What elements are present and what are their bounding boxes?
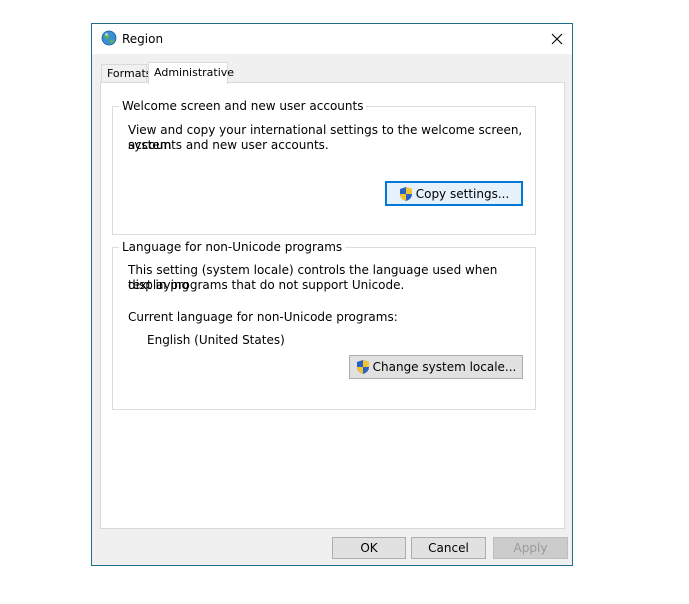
welcome-description-line2: accounts and new user accounts. <box>128 138 329 152</box>
title-bar[interactable]: Region <box>92 24 572 54</box>
group-title-non-unicode: Language for non-Unicode programs <box>119 240 346 254</box>
globe-icon <box>101 30 117 46</box>
copy-settings-label: Copy settings... <box>415 186 510 201</box>
change-system-locale-label: Change system locale... <box>372 360 517 374</box>
non-unicode-group: Language for non-Unicode programs This s… <box>112 240 536 410</box>
window-title: Region <box>122 32 164 46</box>
tab-administrative[interactable]: Administrative <box>148 62 234 84</box>
close-icon <box>551 33 563 45</box>
group-title-welcome: Welcome screen and new user accounts <box>119 99 367 113</box>
apply-button[interactable]: Apply <box>493 537 568 559</box>
change-system-locale-button[interactable]: Change system locale... <box>349 355 523 379</box>
uac-shield-icon <box>356 360 369 374</box>
uac-shield-icon <box>399 186 412 201</box>
close-button[interactable] <box>542 24 572 54</box>
copy-settings-button[interactable]: Copy settings... <box>385 181 523 206</box>
cancel-button[interactable]: Cancel <box>411 537 486 559</box>
current-language-label: Current language for non-Unicode program… <box>128 310 398 324</box>
ok-button[interactable]: OK <box>332 537 406 559</box>
tab-formats[interactable]: Formats <box>101 64 152 82</box>
welcome-screen-group: Welcome screen and new user accounts Vie… <box>112 99 536 235</box>
locale-description-line2: text in programs that do not support Uni… <box>128 278 405 292</box>
administrative-panel: Welcome screen and new user accounts Vie… <box>100 82 565 529</box>
region-dialog: Region Formats Administrative Welcome sc… <box>91 23 573 566</box>
current-language-value: English (United States) <box>147 333 285 347</box>
